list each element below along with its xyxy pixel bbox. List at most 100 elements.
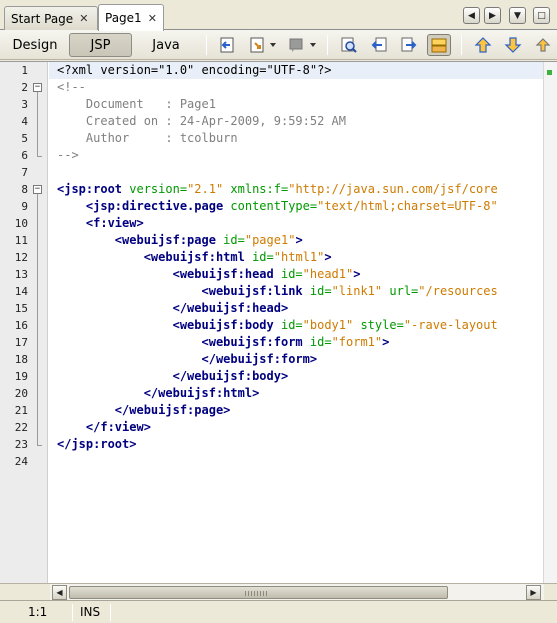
code-token: </webuijsf:page>	[114, 403, 231, 417]
close-tab-icon[interactable]: ✕	[148, 12, 157, 25]
line-number: 18	[14, 353, 28, 366]
line-number: 3	[21, 98, 28, 111]
line-number: 17	[14, 336, 28, 349]
horizontal-scroll-thumb[interactable]	[69, 586, 448, 599]
code-line: <!--	[57, 79, 86, 96]
code-token: id=	[215, 233, 245, 247]
code-token: <webuijsf:link	[201, 284, 303, 298]
editor-tab-strip: Start Page ✕ Page1 ✕ ◀ ▶ ▼ □	[0, 0, 557, 31]
code-token: </webuijsf:form>	[201, 352, 318, 366]
code-token: Author : tcolburn	[57, 131, 238, 145]
code-token: <jsp:directive.page	[85, 199, 224, 213]
design-view-button[interactable]: Design	[4, 33, 66, 57]
code-token: "link1"	[331, 284, 383, 298]
bookmark-icon[interactable]	[287, 36, 305, 54]
line-number: 19	[14, 370, 28, 383]
line-number: 2	[21, 81, 28, 94]
fold-toggle-icon[interactable]: −	[33, 83, 42, 92]
last-edit-icon[interactable]	[248, 36, 266, 54]
code-token: <!--	[57, 80, 86, 94]
tab-start-page[interactable]: Start Page ✕	[4, 6, 98, 30]
code-token: <webuijsf:page	[114, 233, 216, 247]
code-editor[interactable]: 1 2 3 4 5 6 7 8 9 10 11 12 13 14 15 16 17 18 19 20 21 22 23 24−…	[0, 61, 557, 584]
horizontal-scrollbar[interactable]: ◀ ▶	[50, 583, 544, 600]
code-token: "2.1"	[187, 182, 224, 196]
code-line: Created on : 24-Apr-2009, 9:59:52 AM	[57, 113, 346, 130]
code-token: >	[382, 335, 390, 349]
scroll-tabs-right-button[interactable]: ▶	[484, 7, 501, 24]
code-token: </f:view>	[85, 420, 151, 434]
status-bar: 1:1 INS	[0, 600, 557, 623]
back-history-icon[interactable]	[218, 36, 236, 54]
find-previous-icon[interactable]	[370, 36, 388, 54]
code-token: id=	[302, 284, 332, 298]
toggle-highlight-icon[interactable]	[427, 34, 451, 56]
close-tab-icon[interactable]: ✕	[79, 12, 88, 25]
code-token: >	[324, 250, 332, 264]
line-number: 9	[21, 200, 28, 213]
code-line: </webuijsf:head>	[57, 300, 289, 317]
tab-page1[interactable]: Page1 ✕	[98, 4, 164, 31]
code-line: <webuijsf:page id="page1">	[57, 232, 303, 249]
code-token: <webuijsf:form	[201, 335, 303, 349]
scroll-right-button[interactable]: ▶	[526, 585, 541, 600]
line-number: 4	[21, 115, 28, 128]
code-token: style=	[353, 318, 404, 332]
code-token: url=	[382, 284, 419, 298]
scroll-tabs-left-button[interactable]: ◀	[463, 7, 480, 24]
code-token: "html1"	[273, 250, 325, 264]
line-number: 7	[21, 166, 28, 179]
line-number: 22	[14, 421, 28, 434]
code-token: "http://java.sun.com/jsf/core	[288, 182, 498, 196]
code-token: "form1"	[331, 335, 383, 349]
line-number: 12	[14, 251, 28, 264]
code-token: <webuijsf:head	[172, 267, 274, 281]
code-token: <webuijsf:html	[143, 250, 245, 264]
code-token: "text/html;charset=UTF-8"	[317, 199, 498, 213]
line-number: 16	[14, 319, 28, 332]
line-number: 14	[14, 285, 28, 298]
toggle-bookmark-icon[interactable]	[534, 36, 552, 54]
next-occurrence-icon[interactable]	[504, 36, 522, 54]
show-opened-documents-button[interactable]: ▼	[509, 7, 526, 24]
code-token: <?xml version="1.0" encoding="UTF-8"?>	[57, 63, 332, 77]
code-token: Created on : 24-Apr-2009, 9:59:52 AM	[57, 114, 346, 128]
code-token: <webuijsf:body	[172, 318, 274, 332]
tab-label: Page1	[105, 11, 142, 25]
line-number: 5	[21, 132, 28, 145]
editor-toolbar: Design JSP Java	[0, 30, 557, 60]
line-number: 23	[14, 438, 28, 451]
code-line: </webuijsf:page>	[57, 402, 231, 419]
code-line: Document : Page1	[57, 96, 216, 113]
line-number: 11	[14, 234, 28, 247]
code-token: contentType=	[223, 199, 318, 213]
code-token: </jsp:root>	[57, 437, 137, 451]
scroll-left-button[interactable]: ◀	[52, 585, 67, 600]
fold-toggle-icon[interactable]: −	[33, 185, 42, 194]
line-number: 24	[14, 455, 28, 468]
code-token: -->	[57, 148, 79, 162]
java-view-button[interactable]: Java	[136, 33, 196, 57]
find-next-icon[interactable]	[400, 36, 418, 54]
find-icon[interactable]	[340, 36, 358, 54]
code-line: <webuijsf:form id="form1">	[57, 334, 390, 351]
code-text-area[interactable]: <?xml version="1.0" encoding="UTF-8"?> <!…	[57, 62, 543, 584]
code-token: "page1"	[244, 233, 296, 247]
jsp-view-button[interactable]: JSP	[69, 33, 132, 57]
maximize-window-button[interactable]: □	[533, 7, 550, 24]
line-number: 8	[21, 183, 28, 196]
previous-occurrence-icon[interactable]	[474, 36, 492, 54]
caret-position: 1:1	[28, 605, 48, 619]
code-token: id=	[244, 250, 274, 264]
code-line: </jsp:root>	[57, 436, 136, 453]
code-line: <webuijsf:body id="body1" style="-rave-l…	[57, 317, 498, 334]
